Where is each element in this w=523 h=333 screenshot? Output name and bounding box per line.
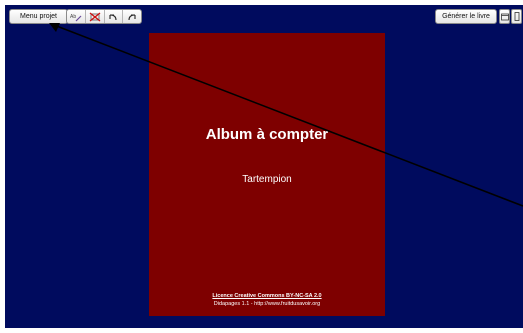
editor-stage: Menu projet Ab Générer le livre Album à … (5, 5, 523, 328)
redo-icon[interactable] (123, 10, 141, 23)
edit-text-icon[interactable]: Ab (67, 10, 86, 23)
mobile-icon[interactable] (511, 9, 522, 24)
edit-toolbar: Ab (66, 9, 142, 24)
book-title[interactable]: Album à compter (149, 126, 385, 143)
svg-text:Ab: Ab (70, 14, 76, 20)
window-icon[interactable] (499, 9, 510, 24)
menu-projet-button[interactable]: Menu projet (9, 9, 68, 24)
credit-text: Didapages 1.1 - http://www.fruitdusavoir… (213, 301, 321, 307)
undo-icon[interactable] (105, 10, 124, 23)
license-link[interactable]: Licence Creative Commons BY-NC-SA 2.0 (149, 293, 385, 299)
delete-icon[interactable] (86, 10, 105, 23)
generate-book-button[interactable]: Générer le livre (435, 9, 497, 24)
book-author[interactable]: Tartempion (149, 174, 385, 185)
book-cover-page[interactable]: Album à compter Tartempion Licence Creat… (149, 33, 385, 316)
